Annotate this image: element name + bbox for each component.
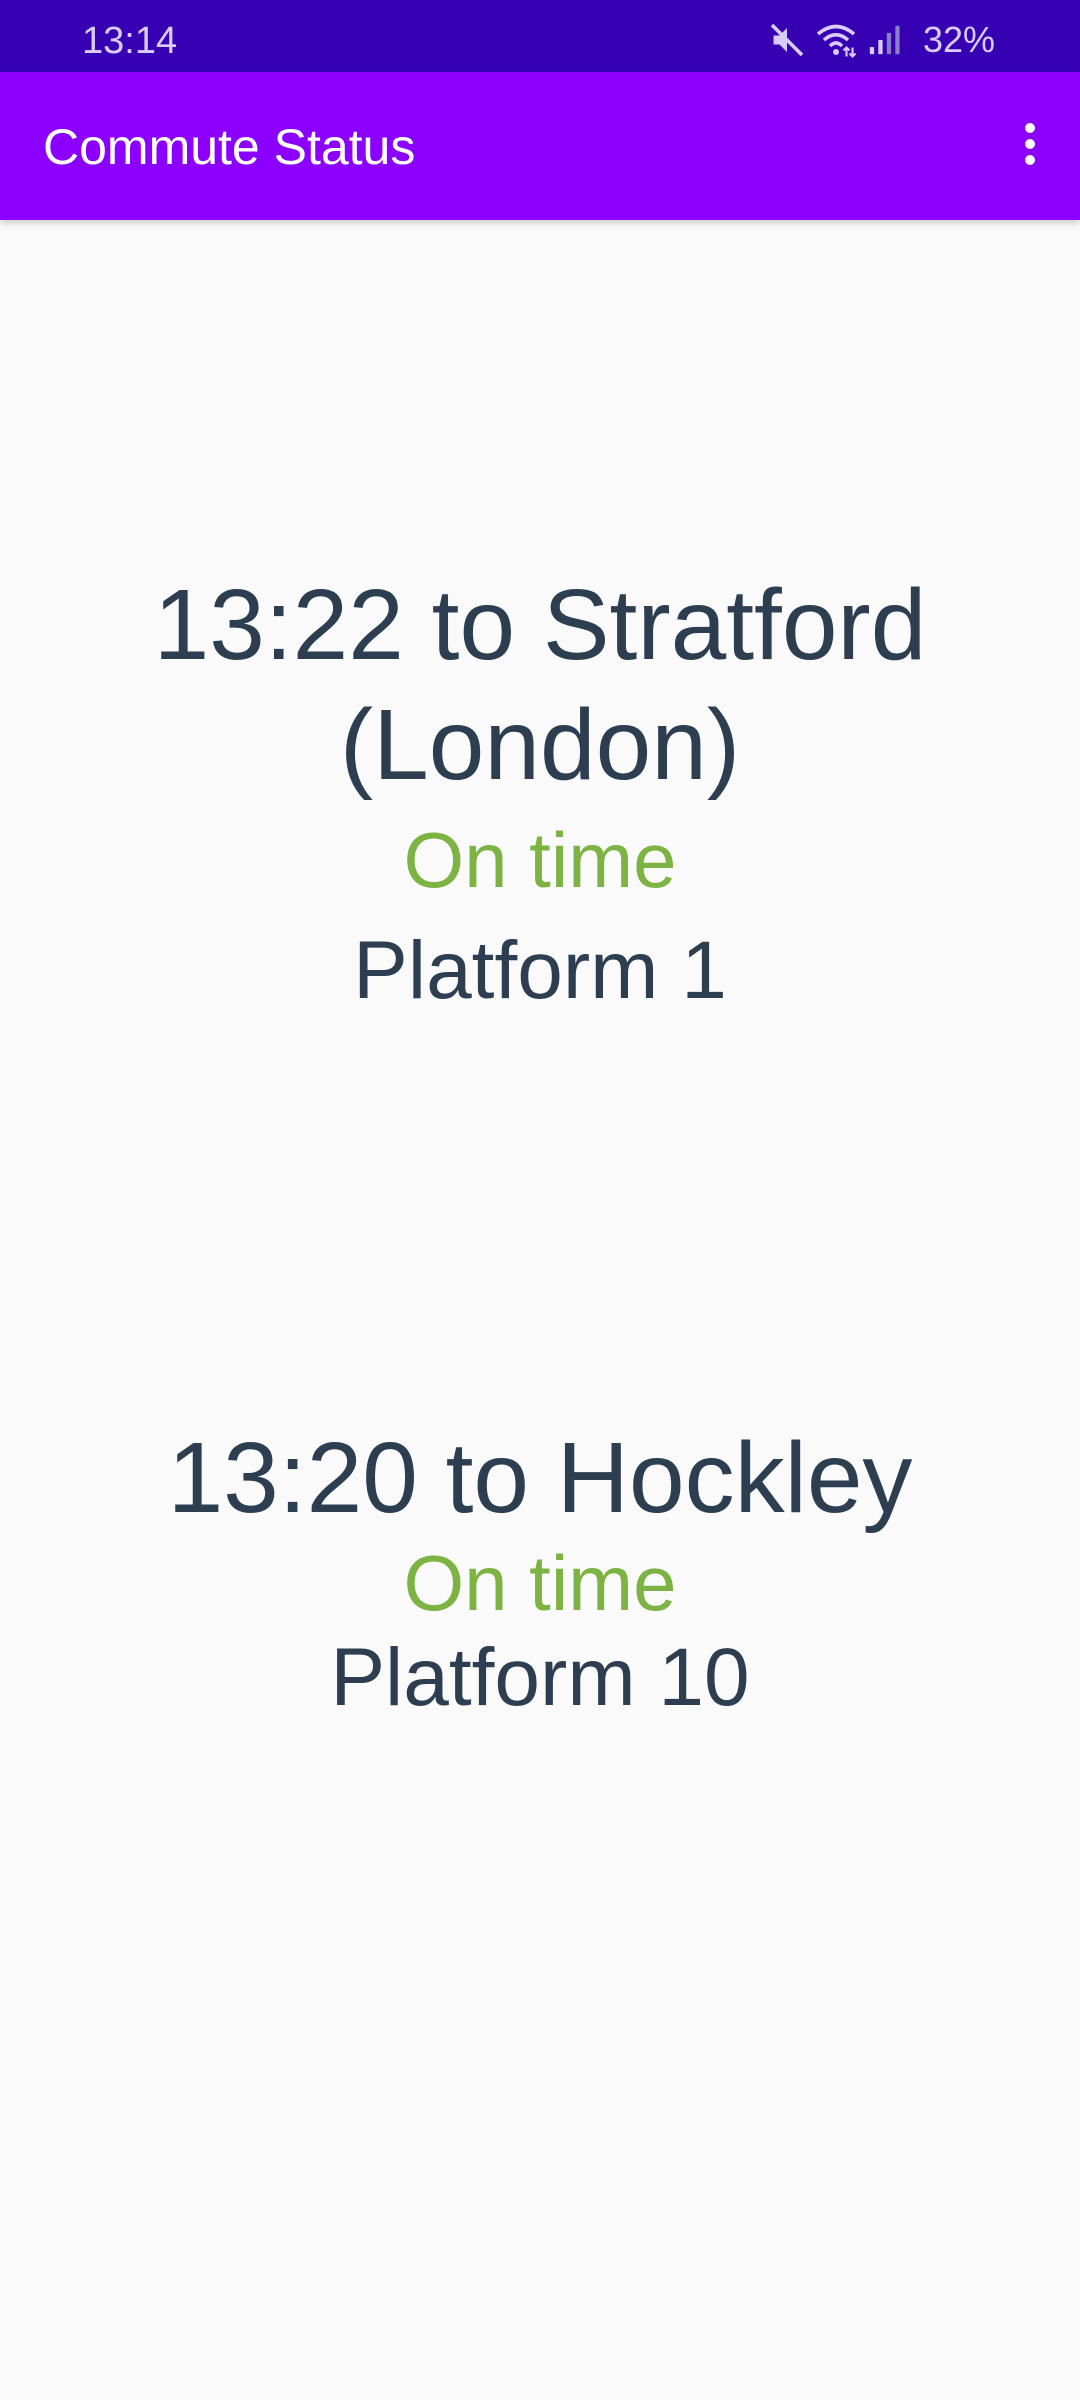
battery-percentage: 32% bbox=[922, 19, 995, 60]
status-icons: 32% bbox=[769, 20, 995, 60]
service-card[interactable]: 13:20 to Hockley On time Platform 10 bbox=[0, 1418, 1080, 1728]
service-status: On time bbox=[403, 1539, 677, 1627]
service-platform: Platform 10 bbox=[330, 1632, 750, 1723]
service-card[interactable]: 13:22 to Stratford (London) On time Plat… bbox=[0, 565, 1080, 1021]
overflow-menu-button[interactable] bbox=[980, 106, 1080, 186]
status-time: 13:14 bbox=[82, 20, 178, 62]
status-bar: 13:14 32% bbox=[0, 0, 1080, 72]
main-content: 13:22 to Stratford (London) On time Plat… bbox=[0, 220, 1080, 2400]
service-platform: Platform 1 bbox=[353, 925, 727, 1016]
mute-icon bbox=[769, 22, 805, 58]
signal-icon bbox=[867, 23, 901, 57]
app-bar: Commute Status bbox=[0, 72, 1080, 220]
app-title: Commute Status bbox=[43, 119, 416, 175]
more-vert-icon bbox=[1022, 120, 1038, 173]
wifi-icon bbox=[815, 22, 857, 58]
service-title: 13:20 to Hockley bbox=[167, 1422, 913, 1534]
service-title: 13:22 to Stratford (London) bbox=[153, 569, 927, 801]
service-status: On time bbox=[403, 816, 677, 904]
